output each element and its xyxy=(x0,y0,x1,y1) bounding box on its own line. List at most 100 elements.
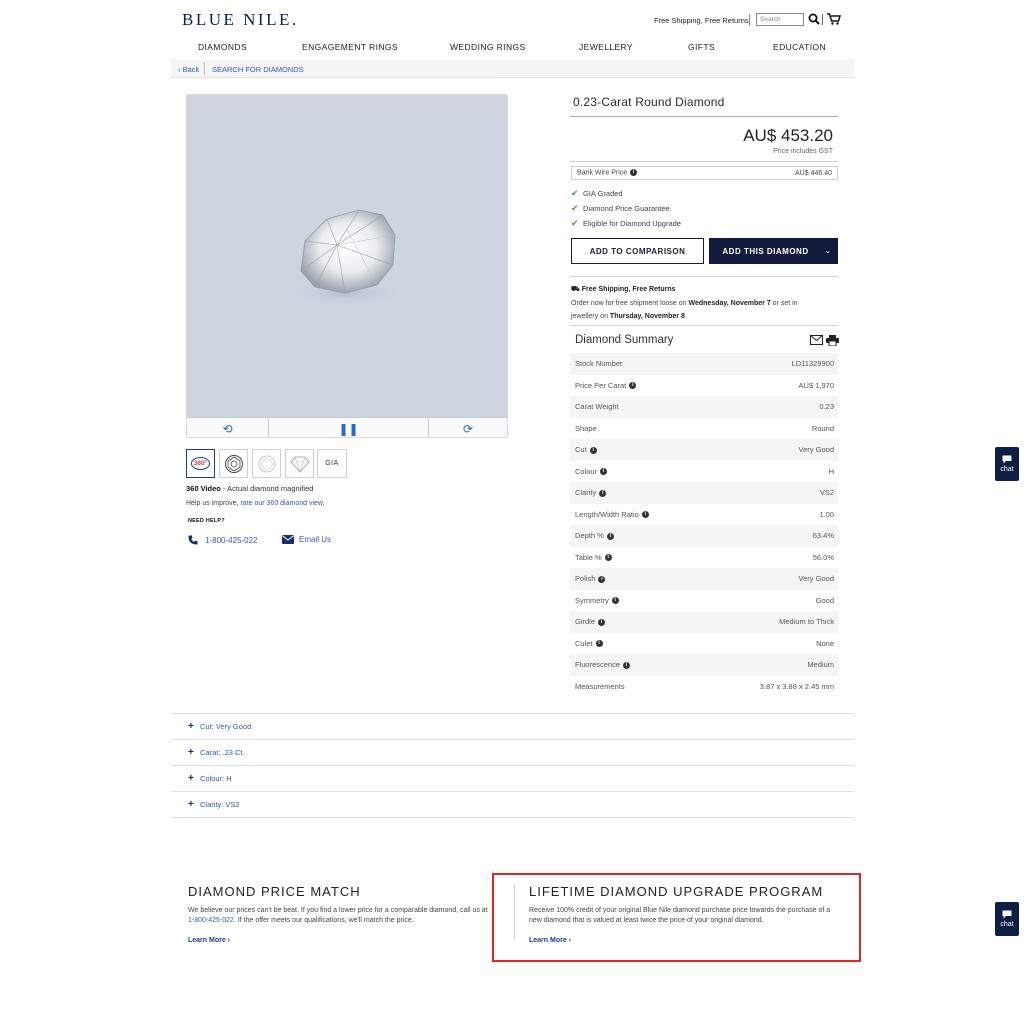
price-match-phone-link[interactable]: 1-800-425-022 xyxy=(188,917,234,924)
diamond-summary-title: Diamond Summary xyxy=(575,334,674,346)
nav-engagement-rings[interactable]: ENGAGEMENT RINGS xyxy=(302,42,398,52)
blue-nile-logo[interactable]: BLUE NILE. xyxy=(182,10,299,30)
summary-value: 0.23 xyxy=(819,402,834,412)
print-icon[interactable] xyxy=(826,335,839,346)
info-icon[interactable]: i xyxy=(598,618,606,626)
summary-label-cell: Culet i xyxy=(575,639,603,648)
divider xyxy=(570,276,838,277)
summary-label: Price Per Carat xyxy=(575,380,627,390)
table-row: Price Per Carat i AU$ 1,970 xyxy=(570,375,838,397)
checkmark-icon: ✔ xyxy=(571,218,579,228)
summary-label-cell: Measurements xyxy=(575,682,625,691)
chat-button[interactable]: chat xyxy=(995,447,1019,481)
chat-label: chat xyxy=(1000,921,1014,928)
nav-gifts[interactable]: GIFTS xyxy=(688,42,715,52)
chat-button[interactable]: chat xyxy=(995,902,1019,936)
info-icon[interactable]: i xyxy=(598,575,606,583)
thumb-diagram-icon[interactable] xyxy=(252,449,281,478)
info-icon[interactable]: i xyxy=(604,554,612,562)
summary-label: Girdle xyxy=(575,617,596,627)
cart-icon[interactable] xyxy=(827,13,842,25)
diamond-viewer: ⟲ ❚❚ ⟳ xyxy=(186,94,508,438)
rate-360-link[interactable]: rate our 360 diamond view. xyxy=(240,500,324,507)
add-to-comparison-button[interactable]: ADD TO COMPARISON xyxy=(571,238,704,264)
nav-jewellery[interactable]: JEWELLERY xyxy=(579,42,633,52)
info-icon[interactable]: i xyxy=(629,382,637,390)
summary-label-cell: Fluorescence i xyxy=(575,660,631,670)
gia-logo-label: GIA xyxy=(325,460,339,467)
feature-label: Diamond Price Guarantee xyxy=(583,204,670,213)
rotate-left-icon[interactable]: ⟲ xyxy=(187,418,268,437)
summary-label: Culet xyxy=(575,638,593,648)
ship-date-set: Thursday, November 8 xyxy=(609,313,685,320)
thumb-360-icon[interactable]: 360° xyxy=(186,449,215,478)
summary-label: Polish xyxy=(575,574,596,584)
accordion-carat[interactable]: + Carat: .23 Ct. xyxy=(171,740,854,766)
nav-diamonds[interactable]: DIAMONDS xyxy=(198,42,247,52)
email-icon[interactable] xyxy=(810,335,823,345)
promo-text: We believe our prices can't be beat. If … xyxy=(188,907,488,914)
info-icon[interactable]: i xyxy=(611,597,619,605)
info-icon[interactable]: i xyxy=(623,661,631,669)
shipping-details: Order now for free shipment loose on Wed… xyxy=(571,297,841,323)
summary-label: Colour xyxy=(575,466,598,476)
breadcrumb-search-for-diamonds[interactable]: SEARCH FOR DIAMONDS xyxy=(212,65,304,74)
info-icon[interactable]: i xyxy=(630,169,638,177)
thumb-gia-certificate[interactable]: GIA xyxy=(317,449,347,478)
thumb-face-up-icon[interactable] xyxy=(219,449,248,478)
pause-icon[interactable]: ❚❚ xyxy=(269,418,428,437)
info-icon[interactable]: i xyxy=(600,468,608,476)
summary-label-cell: Colour i xyxy=(575,466,608,476)
summary-actions xyxy=(810,335,839,346)
divider xyxy=(749,14,750,26)
checkmark-icon: ✔ xyxy=(571,203,579,213)
list-item: ✔ Eligible for Diamond Upgrade xyxy=(571,216,681,231)
chat-bubble-icon xyxy=(1002,910,1012,919)
summary-label-cell: Polish i xyxy=(575,574,606,584)
price-match-learn-more[interactable]: Learn More › xyxy=(188,937,230,944)
list-item: ✔ GIA Graded xyxy=(571,186,681,201)
phone-link[interactable]: 1-800-425-022 xyxy=(188,535,257,545)
accordion-cut[interactable]: + Cut: Very Good xyxy=(171,714,854,740)
summary-label: Fluorescence xyxy=(575,660,621,670)
accordion-clarity[interactable]: + Clarity: VS2 xyxy=(171,792,854,818)
back-link[interactable]: ‹ Back xyxy=(178,65,199,74)
info-icon[interactable]: i xyxy=(589,446,597,454)
add-this-diamond-button[interactable]: ADD THIS DIAMOND ⌄ xyxy=(709,238,838,264)
bank-wire-value: AU$ 446.40 xyxy=(795,169,832,177)
nav-wedding-rings[interactable]: WEDDING RINGS xyxy=(450,42,526,52)
help-prefix: Help us improve, xyxy=(186,500,241,507)
thumb-label: 360° xyxy=(190,457,211,470)
summary-value: AU$ 1,970 xyxy=(798,380,834,390)
info-icon[interactable]: i xyxy=(641,511,649,519)
search-input[interactable]: Search xyxy=(756,13,804,26)
diamond-360-image[interactable] xyxy=(187,95,507,417)
ship-text: jewellery on xyxy=(571,313,610,320)
free-shipping-link[interactable]: Free Shipping, Free Returns xyxy=(654,16,749,25)
nav-education[interactable]: EDUCATION xyxy=(773,42,826,52)
envelope-icon xyxy=(282,535,294,544)
summary-label: Depth % xyxy=(575,531,604,541)
diamond-summary-table: Stock Number LD11329900 Price Per Carat i AU… xyxy=(570,353,838,697)
info-icon[interactable]: i xyxy=(599,489,607,497)
table-row: Symmetry i Good xyxy=(570,590,838,612)
summary-label: Stock Number xyxy=(575,359,623,369)
info-icon[interactable]: i xyxy=(606,532,614,540)
product-price: AU$ 453.20 xyxy=(743,126,833,145)
upgrade-program-learn-more[interactable]: Learn More › xyxy=(529,937,571,944)
promo-text: . If the offer meets our qualifications,… xyxy=(233,917,414,924)
main-nav: DIAMONDS ENGAGEMENT RINGS WEDDING RINGS … xyxy=(182,42,844,56)
chevron-down-icon[interactable]: ⌄ xyxy=(818,247,838,255)
chat-label: chat xyxy=(1000,466,1014,473)
chat-bubble-icon xyxy=(1002,455,1012,464)
divider xyxy=(570,116,838,117)
thumb-profile-icon[interactable] xyxy=(285,449,314,478)
ship-text: . xyxy=(684,313,687,320)
info-icon[interactable]: i xyxy=(595,640,603,648)
summary-label-cell: Girdle i xyxy=(575,617,606,627)
email-us-link[interactable]: Email Us xyxy=(282,535,331,544)
accordion-label: Cut: Very Good xyxy=(200,722,252,731)
accordion-colour[interactable]: + Colour: H xyxy=(171,766,854,792)
rotate-right-icon[interactable]: ⟳ xyxy=(429,418,507,437)
search-icon[interactable] xyxy=(808,13,820,25)
